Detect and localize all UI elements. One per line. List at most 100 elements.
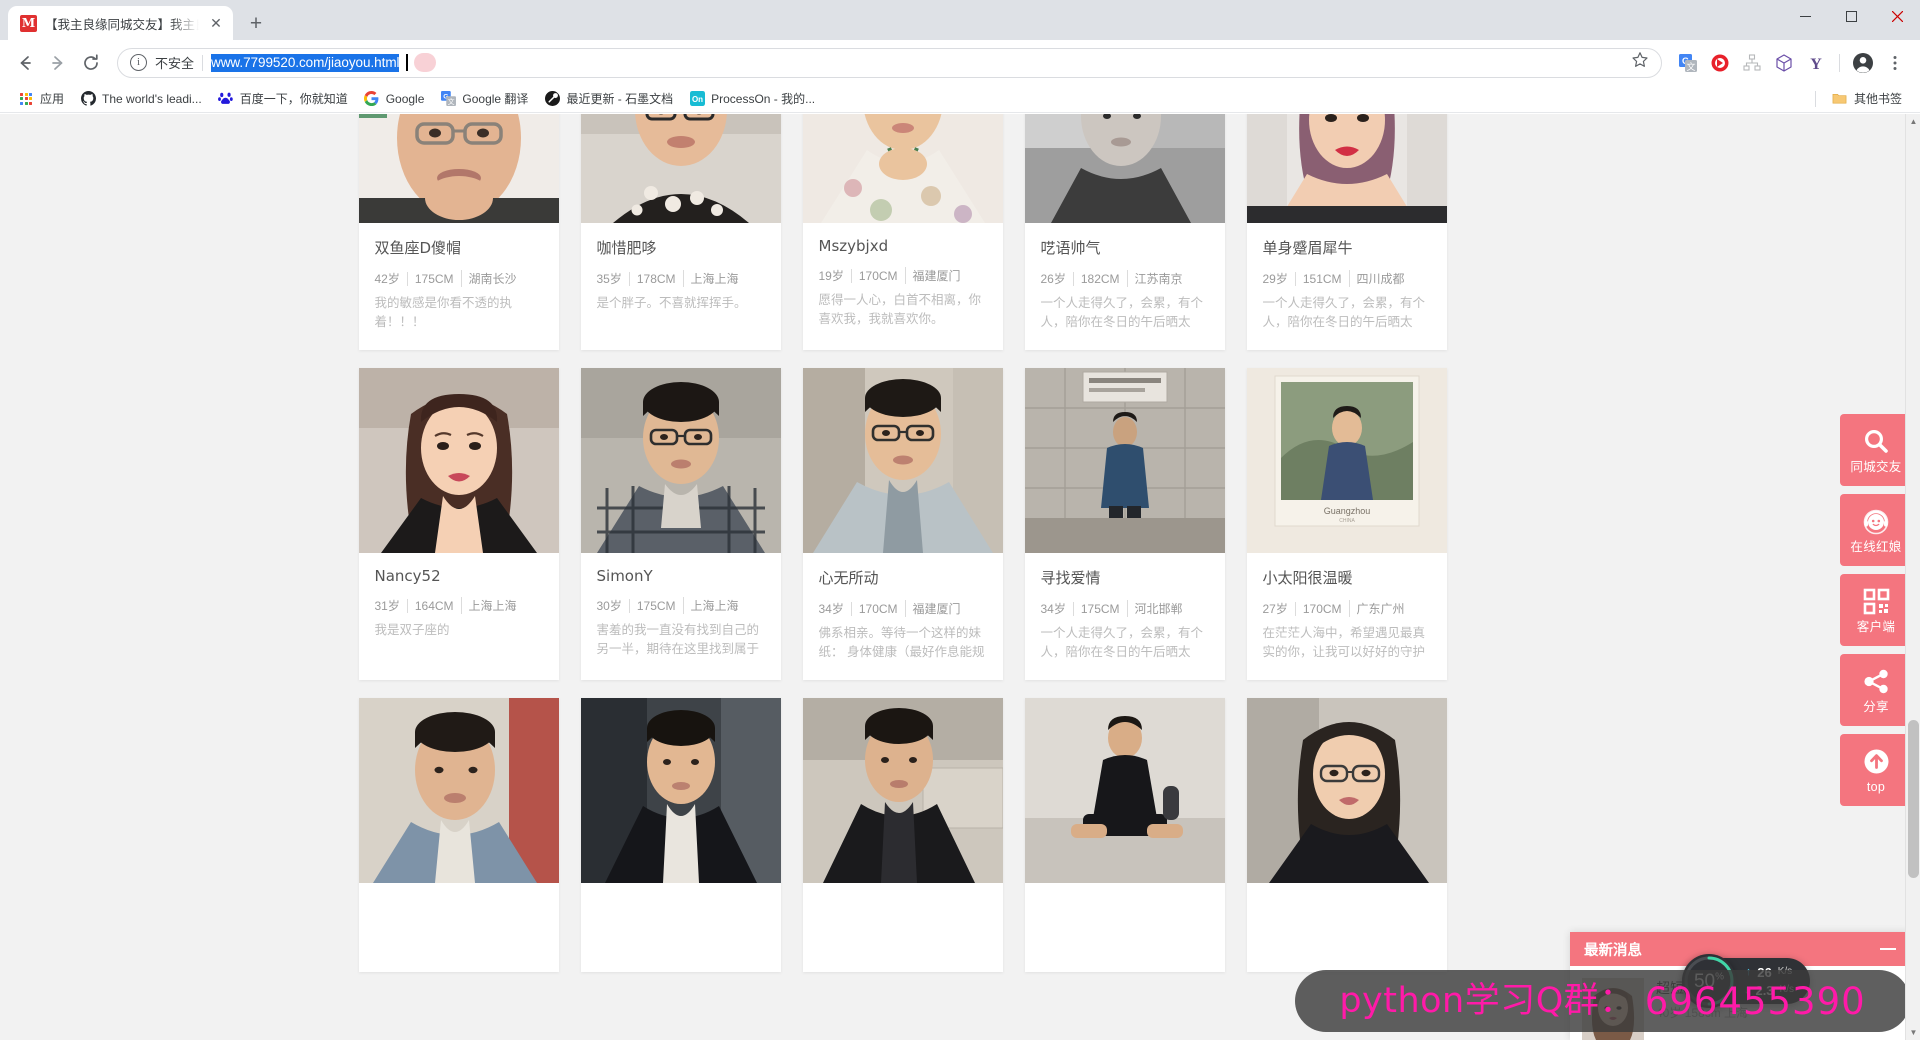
profile-card[interactable]: [802, 698, 1003, 972]
bookmark-processon[interactable]: On ProcessOn - 我的...: [681, 87, 823, 110]
page-scrollbar[interactable]: ▲ ▼: [1905, 114, 1920, 1040]
profile-card[interactable]: [1246, 698, 1447, 972]
opera-vpn-extension-icon[interactable]: [1705, 48, 1735, 78]
profile-meta: 26岁 182CM 江苏南京: [1041, 270, 1209, 287]
minimize-icon[interactable]: [1880, 947, 1896, 951]
profile-card-body: 心无所动 34岁 170CM 福建厦门 佛系相亲。等待一个这样的妹纸： 身体健康…: [803, 553, 1003, 680]
floatbar-item-local-friends[interactable]: 同城交友: [1840, 414, 1912, 486]
floatbar-item-client-app[interactable]: 客户端: [1840, 574, 1912, 646]
python-banner-text: python学习Q群：: [1339, 980, 1635, 1021]
profile-card[interactable]: Guangzhou CHINA 小太阳很温暖 27岁 170CM 广东广州 在茫…: [1246, 368, 1447, 680]
qrcode-icon: [1863, 587, 1890, 617]
profile-photo[interactable]: [358, 114, 559, 223]
profile-photo[interactable]: [580, 114, 781, 223]
profile-card[interactable]: 咖惜肥哆 35岁 178CM 上海上海 是个胖子。不喜就挥挥手。: [580, 114, 781, 350]
svg-text:CHINA: CHINA: [1339, 518, 1355, 524]
bookmark-google-translate[interactable]: G文 Google 翻译: [432, 87, 536, 110]
scroll-down-arrow[interactable]: ▼: [1906, 1025, 1920, 1040]
profile-height: 170CM: [1294, 601, 1349, 616]
sitemap-extension-icon[interactable]: [1737, 48, 1767, 78]
profile-avatar-icon[interactable]: [1848, 48, 1878, 78]
profile-photo[interactable]: [1024, 698, 1225, 883]
tab-favicon-icon: M: [20, 14, 37, 32]
profile-card[interactable]: 呓语帅气 26岁 182CM 江苏南京 一个人走得久了，会累，有个人，陪你在冬日…: [1024, 114, 1225, 350]
profile-photo[interactable]: [580, 698, 781, 883]
profile-card[interactable]: 寻找爱情 34岁 175CM 河北邯郸 一个人走得久了，会累，有个人，陪你在冬日…: [1024, 368, 1225, 680]
profile-card[interactable]: [580, 698, 781, 972]
profile-description: 一个人走得久了，会累，有个人，陪你在冬日的午后晒太阳，为你递上一杯热气腾…: [1262, 296, 1426, 330]
browser-menu-button[interactable]: [1880, 48, 1910, 78]
yandex-extension-icon[interactable]: Y: [1801, 48, 1831, 78]
profile-age: 30岁: [596, 599, 622, 613]
cube-extension-icon[interactable]: [1769, 48, 1799, 78]
profile-photo[interactable]: [1024, 114, 1225, 223]
forward-button[interactable]: [43, 48, 73, 78]
new-tab-button[interactable]: +: [241, 8, 271, 38]
portrait-woman-red-lips-image: [1246, 114, 1447, 223]
back-button[interactable]: [10, 48, 40, 78]
browser-toolbar: i 不安全 www.7799520.com/jiaoyou.html G文: [0, 40, 1920, 85]
profile-name: 呓语帅气: [1040, 239, 1101, 257]
profile-card-body: [803, 883, 1003, 972]
bookmark-baidu[interactable]: 百度一下，你就知道: [210, 87, 356, 110]
profile-photo[interactable]: [1024, 368, 1225, 553]
google-translate-extension-icon[interactable]: G文: [1673, 48, 1703, 78]
profile-card-body: Mszybjxd 19岁 170CM 福建厦门 愿得一人心，白首不相离，你喜欢我…: [803, 223, 1003, 347]
google-icon: [364, 91, 380, 107]
browser-tab[interactable]: M 【我主良缘同城交友】我主良缘… ✕: [8, 6, 233, 40]
tab-close-icon[interactable]: ✕: [207, 14, 225, 32]
bookmark-folder-other[interactable]: 其他书签: [1824, 87, 1910, 110]
profile-name: SimonY: [596, 567, 653, 585]
other-bookmarks-area: 其他书签: [1814, 87, 1910, 110]
profile-card[interactable]: [358, 698, 559, 972]
profile-card[interactable]: SimonY 30岁 175CM 上海上海 害羞的我一直没有找到自己的另一半，期…: [580, 368, 781, 680]
bookmark-label: The world's leadi...: [102, 91, 202, 106]
floatbar-item-online-matchmaker[interactable]: 在线红娘: [1840, 494, 1912, 566]
bookmark-star-icon[interactable]: [1631, 51, 1649, 74]
profile-photo[interactable]: [358, 368, 559, 553]
profile-age: 34岁: [1040, 602, 1066, 616]
profile-photo[interactable]: Guangzhou CHINA: [1246, 368, 1447, 553]
profile-description: [1263, 916, 1431, 956]
portrait-woman-glasses-image: [1246, 698, 1447, 883]
profile-card[interactable]: 心无所动 34岁 170CM 福建厦门 佛系相亲。等待一个这样的妹纸： 身体健康…: [802, 368, 1003, 680]
python-banner-number: 696455390: [1644, 979, 1866, 1023]
reload-button[interactable]: [76, 48, 106, 78]
window-minimize-button[interactable]: [1782, 0, 1828, 32]
profile-description: 我的敏感是你看不透的执着！！！: [374, 296, 513, 330]
profile-photo[interactable]: [1246, 698, 1447, 883]
profile-photo[interactable]: [580, 368, 781, 553]
bookmark-github[interactable]: The world's leadi...: [72, 88, 210, 110]
scrollbar-thumb[interactable]: [1908, 720, 1919, 878]
profile-photo[interactable]: [802, 368, 1003, 553]
portrait-woman-black-top-image: [358, 368, 559, 553]
bookmark-google[interactable]: Google: [356, 88, 433, 110]
floatbar-item-share[interactable]: 分享: [1840, 654, 1912, 726]
floatbar-item-scroll-top[interactable]: top: [1840, 734, 1912, 806]
window-maximize-button[interactable]: [1828, 0, 1874, 32]
profile-photo[interactable]: [802, 114, 1003, 223]
profile-age: 27岁: [1262, 602, 1288, 616]
bookmark-apps[interactable]: 应用: [10, 87, 72, 110]
profile-photo[interactable]: [1246, 114, 1447, 223]
portrait-man-sitting-black-image: [1024, 698, 1225, 883]
address-bar[interactable]: i 不安全 www.7799520.com/jiaoyou.html: [117, 47, 1662, 78]
profile-card[interactable]: Nancy52 31岁 164CM 上海上海 我是双子座的: [358, 368, 559, 680]
bookmark-shimo[interactable]: 最近更新 - 石墨文档: [536, 87, 681, 110]
profile-card[interactable]: Mszybjxd 19岁 170CM 福建厦门 愿得一人心，白首不相离，你喜欢我…: [802, 114, 1003, 350]
profile-card[interactable]: [1024, 698, 1225, 972]
portrait-man-dark-shirt-image: [580, 114, 781, 223]
window-close-button[interactable]: [1874, 0, 1920, 32]
profile-location: 上海上海: [682, 597, 746, 614]
profile-photo[interactable]: [358, 698, 559, 883]
profile-card[interactable]: 单身蹙眉犀牛 29岁 151CM 四川成都 一个人走得久了，会累，有个人，陪你在…: [1246, 114, 1447, 350]
profile-card[interactable]: 双鱼座D傻帽 42岁 175CM 湖南长沙 我的敏感是你看不透的执着！！！: [358, 114, 559, 350]
profile-photo[interactable]: [802, 698, 1003, 883]
site-info-icon[interactable]: i: [130, 54, 147, 71]
profile-card-body: [359, 883, 559, 972]
profile-description: 害羞的我一直没有找到自己的另一半，期待在这里找到属于自己的那份爱: [596, 623, 760, 657]
scroll-up-arrow[interactable]: ▲: [1906, 114, 1920, 129]
profile-location: 福建厦门: [904, 600, 968, 617]
address-bar-url[interactable]: www.7799520.com/jiaoyou.html: [211, 53, 400, 72]
latest-messages-title: 最新消息: [1584, 942, 1642, 959]
